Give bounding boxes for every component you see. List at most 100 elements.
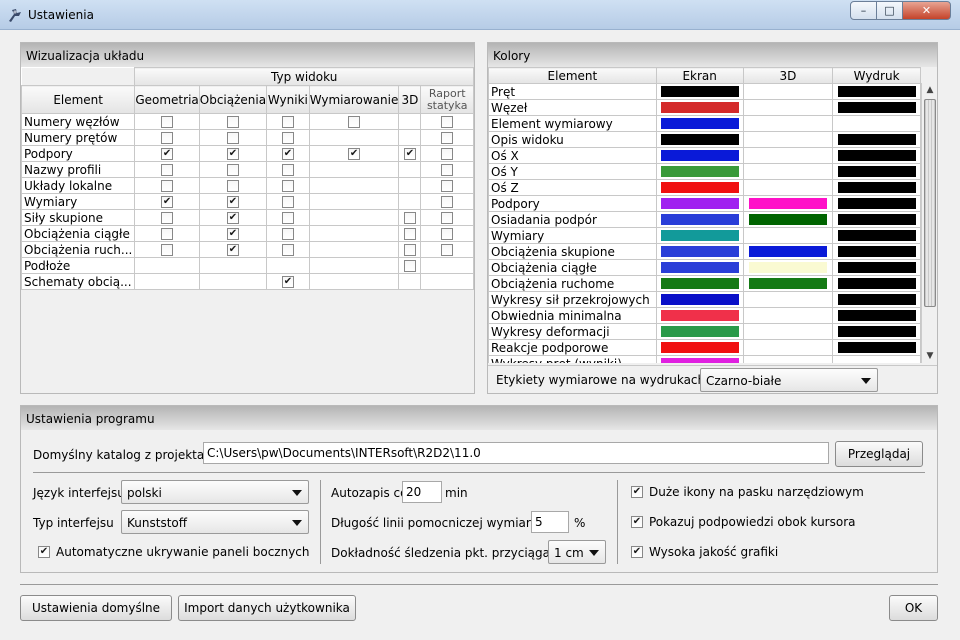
checkbox-unchecked-icon[interactable] [403, 244, 416, 256]
checkbox-unchecked-icon[interactable] [161, 212, 174, 224]
viz-cell[interactable] [420, 241, 474, 258]
color-swatch[interactable] [837, 262, 916, 273]
color-cell-d3[interactable] [742, 259, 834, 276]
color-cell-wydruk[interactable] [832, 227, 921, 244]
color-cell-ekran[interactable] [655, 195, 744, 212]
defaults-button[interactable]: Ustawienia domyślne [20, 595, 172, 621]
color-cell-ekran[interactable] [655, 275, 744, 292]
color-cell-d3[interactable] [742, 83, 834, 100]
checkbox-unchecked-icon[interactable] [281, 228, 294, 240]
big-icons-checkbox[interactable]: ✔ Duże ikony na pasku narzędziowym [631, 485, 864, 499]
checkbox-unchecked-icon[interactable] [161, 244, 174, 256]
color-swatch[interactable] [837, 246, 916, 257]
color-swatch[interactable] [837, 134, 916, 145]
checkbox-unchecked-icon[interactable] [161, 116, 174, 128]
checkbox-checked-icon[interactable]: ✔ [281, 148, 294, 160]
color-cell-ekran[interactable] [655, 131, 744, 148]
checkbox-unchecked-icon[interactable] [441, 180, 454, 192]
color-swatch[interactable] [748, 278, 827, 289]
viz-cell[interactable] [266, 129, 310, 146]
viz-cell[interactable] [266, 177, 310, 194]
viz-cell[interactable] [134, 113, 200, 130]
color-swatch[interactable] [837, 342, 916, 353]
color-cell-ekran[interactable] [655, 115, 744, 132]
color-cell-ekran[interactable] [655, 147, 744, 164]
checkbox-unchecked-icon[interactable] [226, 132, 239, 144]
viz-cell[interactable] [266, 193, 310, 210]
color-cell-ekran[interactable] [655, 291, 744, 308]
viz-cell[interactable] [420, 177, 474, 194]
color-cell-wydruk[interactable] [832, 323, 921, 340]
interface-type-select[interactable]: Kunststoff [121, 510, 309, 534]
viz-cell[interactable] [398, 225, 422, 242]
viz-cell[interactable]: ✔ [198, 145, 268, 162]
color-swatch[interactable] [660, 358, 739, 363]
viz-cell[interactable] [198, 113, 268, 130]
viz-cell[interactable] [398, 241, 422, 258]
checkbox-checked-icon[interactable]: ✔ [226, 212, 239, 224]
viz-cell[interactable] [134, 129, 200, 146]
color-swatch[interactable] [660, 326, 739, 337]
color-swatch[interactable] [748, 214, 827, 225]
scroll-thumb[interactable] [924, 99, 936, 307]
checkbox-checked-icon[interactable]: ✔ [161, 148, 174, 160]
close-button[interactable]: ✕ [902, 1, 951, 20]
color-swatch[interactable] [660, 246, 739, 257]
color-swatch[interactable] [660, 118, 739, 129]
color-swatch[interactable] [837, 214, 916, 225]
viz-cell[interactable]: ✔ [198, 241, 268, 258]
viz-cell[interactable]: ✔ [198, 225, 268, 242]
colors-column-header[interactable]: Wydruk [832, 67, 921, 84]
viz-cell[interactable]: ✔ [134, 145, 200, 162]
checkbox-checked-icon[interactable]: ✔ [631, 546, 643, 558]
checkbox-unchecked-icon[interactable] [441, 132, 454, 144]
color-cell-ekran[interactable] [655, 179, 744, 196]
colors-column-header[interactable]: Ekran [655, 67, 744, 84]
checkbox-unchecked-icon[interactable] [281, 180, 294, 192]
color-swatch[interactable] [837, 166, 916, 177]
language-select[interactable]: polski [121, 480, 309, 504]
maximize-button[interactable]: □ [876, 1, 903, 20]
color-cell-wydruk[interactable] [832, 83, 921, 100]
color-cell-d3[interactable] [742, 147, 834, 164]
line-length-input[interactable] [531, 511, 569, 533]
color-swatch[interactable] [660, 278, 739, 289]
checkbox-unchecked-icon[interactable] [161, 164, 174, 176]
color-cell-wydruk[interactable] [832, 195, 921, 212]
checkbox-unchecked-icon[interactable] [403, 260, 416, 272]
color-cell-d3[interactable] [742, 131, 834, 148]
color-cell-wydruk[interactable] [832, 307, 921, 324]
color-swatch[interactable] [837, 150, 916, 161]
viz-cell[interactable] [198, 161, 268, 178]
color-swatch[interactable] [660, 102, 739, 113]
checkbox-checked-icon[interactable]: ✔ [38, 546, 50, 558]
checkbox-unchecked-icon[interactable] [226, 164, 239, 176]
color-swatch[interactable] [837, 294, 916, 305]
checkbox-unchecked-icon[interactable] [441, 196, 454, 208]
viz-cell[interactable] [420, 129, 474, 146]
checkbox-unchecked-icon[interactable] [281, 164, 294, 176]
autosave-input[interactable] [402, 481, 442, 503]
checkbox-checked-icon[interactable]: ✔ [631, 486, 643, 498]
checkbox-checked-icon[interactable]: ✔ [403, 148, 416, 160]
viz-cell[interactable] [198, 129, 268, 146]
checkbox-checked-icon[interactable]: ✔ [631, 516, 643, 528]
viz-cell[interactable]: ✔ [134, 193, 200, 210]
color-swatch[interactable] [660, 342, 739, 353]
color-cell-ekran[interactable] [655, 243, 744, 260]
color-swatch[interactable] [837, 278, 916, 289]
color-swatch[interactable] [660, 262, 739, 273]
checkbox-unchecked-icon[interactable] [441, 116, 454, 128]
color-cell-ekran[interactable] [655, 307, 744, 324]
viz-cell[interactable]: ✔ [266, 273, 310, 290]
viz-cell[interactable] [266, 225, 310, 242]
color-cell-d3[interactable] [742, 227, 834, 244]
viz-cell[interactable]: ✔ [198, 209, 268, 226]
colors-scrollbar[interactable]: ▲ ▼ [921, 83, 937, 363]
color-cell-wydruk[interactable] [832, 243, 921, 260]
color-cell-ekran[interactable] [655, 211, 744, 228]
viz-cell[interactable] [134, 209, 200, 226]
color-swatch[interactable] [837, 310, 916, 321]
viz-cell[interactable] [266, 113, 310, 130]
catalog-input[interactable] [203, 442, 829, 464]
